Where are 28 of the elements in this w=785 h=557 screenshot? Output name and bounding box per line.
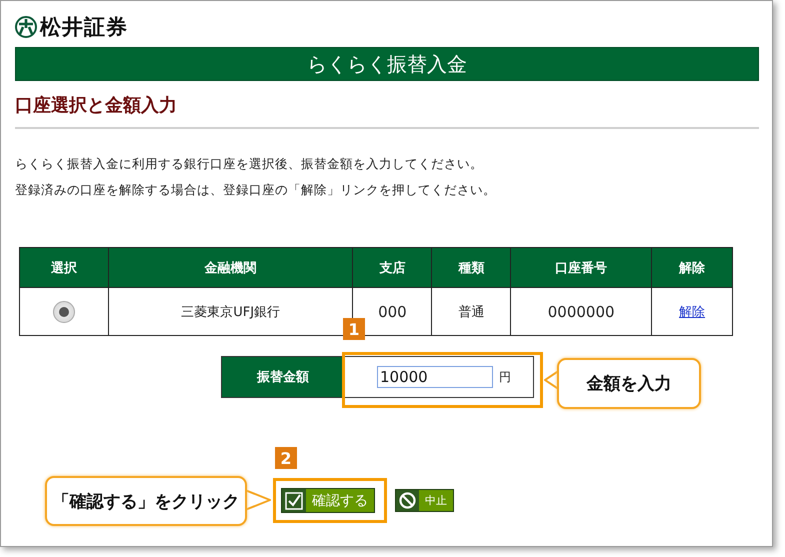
instruction-text: 登録済みの口座を解除する場合は、登録口座の「解除」リンクを押してください。 (15, 181, 497, 199)
table-cell: 0000000 (548, 302, 615, 320)
instruction-text: らくらく振替入金に利用する銀行口座を選択後、振替金額を入力してください。 (15, 155, 484, 173)
amount-label: 振替金額 (222, 357, 345, 397)
table-cell: 三菱東京UFJ銀行 (181, 304, 280, 320)
table-cell: 000 (378, 302, 407, 320)
column-header: 選択 (20, 248, 108, 288)
section-heading: 口座選択と金額入力 (15, 93, 759, 129)
step-number: 2 (275, 447, 297, 469)
page-banner: らくらく振替入金 (15, 47, 759, 81)
table-cell: 普通 (458, 304, 484, 320)
prohibited-icon (399, 492, 416, 509)
column-header: 解除 (652, 248, 732, 288)
radio-button[interactable] (52, 300, 75, 322)
unit-label: 円 (499, 368, 511, 386)
logo-icon (15, 16, 37, 38)
column-header: 口座番号 (510, 248, 652, 288)
callout-pointer (245, 489, 271, 511)
step-number: 1 (343, 318, 365, 340)
amount-field[interactable]: 10000 (377, 366, 493, 388)
remove-link[interactable]: 解除 (679, 304, 706, 320)
checkbox-icon (285, 492, 303, 510)
callout-text: 「確認する」をクリック (45, 476, 247, 526)
column-header: 支店 (352, 248, 432, 288)
callout-text: 金額を入力 (557, 358, 701, 409)
brand-name: 松井証券 (40, 14, 128, 41)
column-header: 種類 (432, 248, 511, 288)
column-header: 金融機関 (108, 248, 353, 288)
